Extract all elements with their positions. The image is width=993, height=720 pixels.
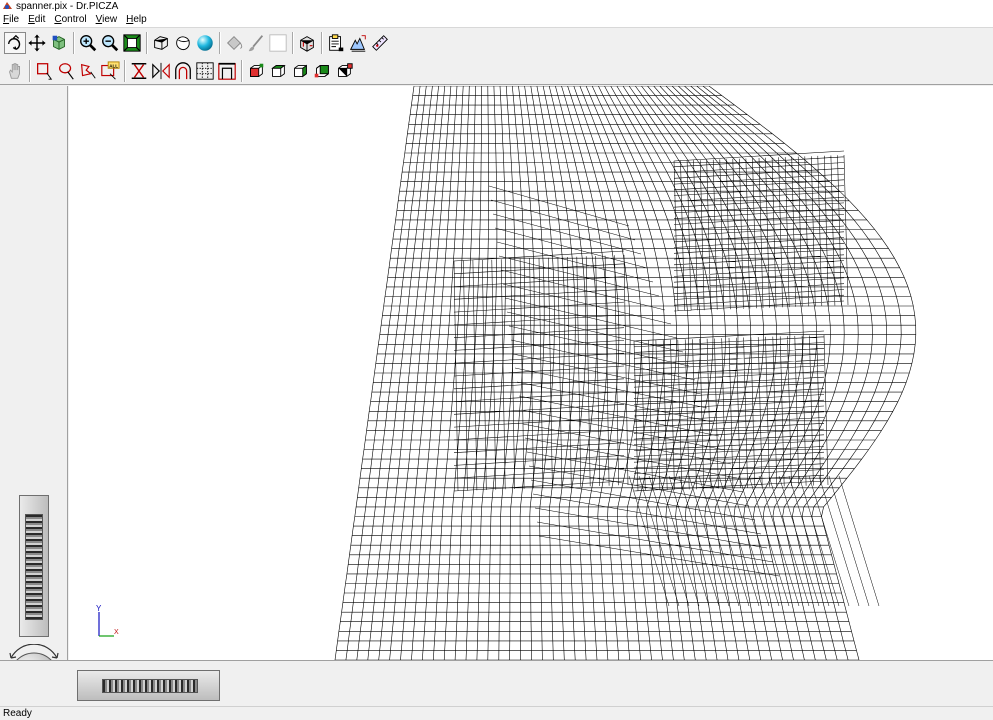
view-cube-button[interactable] <box>296 32 318 54</box>
ruler-icon <box>372 35 388 51</box>
rotate-button[interactable] <box>4 32 26 54</box>
view-side-icon <box>294 64 307 78</box>
frame-button[interactable] <box>216 60 238 82</box>
toolbar-row-main <box>4 30 391 56</box>
wireframe-icon <box>154 36 168 50</box>
window-title: spanner.pix - Dr.PICZA <box>16 0 119 12</box>
wireframe-button[interactable] <box>150 32 172 54</box>
cut-mesh-button[interactable] <box>128 60 150 82</box>
polygon-select-icon <box>80 63 96 79</box>
zoom-out-button[interactable] <box>99 32 121 54</box>
zoom-fit-button[interactable] <box>121 32 143 54</box>
select-all-icon: ALL <box>101 61 120 80</box>
blank-button <box>267 32 289 54</box>
3d-viewport[interactable]: Y X <box>69 86 993 660</box>
view-cube-icon <box>300 36 314 52</box>
view-iso-icon <box>338 63 353 77</box>
mesh-grid-lines <box>334 86 917 660</box>
toolbar-separator <box>26 60 33 82</box>
view-front-button[interactable] <box>245 60 267 82</box>
zoom-in-button[interactable] <box>77 32 99 54</box>
scan-settings-icon <box>349 35 366 52</box>
x-axis-label: X <box>114 629 119 636</box>
view-back-icon <box>314 65 329 78</box>
toolbar-separator <box>289 32 296 54</box>
bottom-control-panel <box>0 660 993 706</box>
cut-mesh-icon <box>131 63 147 79</box>
rect-select-icon <box>37 63 53 80</box>
view-top-button[interactable] <box>267 60 289 82</box>
menu-help[interactable]: Help <box>126 14 147 25</box>
lasso-select-button[interactable] <box>55 60 77 82</box>
vertical-wheel-track[interactable] <box>25 514 43 620</box>
axis-indicator: Y X <box>96 604 119 637</box>
polygon-select-button[interactable] <box>77 60 99 82</box>
object-3d-icon <box>52 35 65 50</box>
zoom-in-icon <box>80 35 97 52</box>
arch-button[interactable] <box>172 60 194 82</box>
clipboard-export-button[interactable] <box>325 32 347 54</box>
view-iso-button[interactable] <box>333 60 355 82</box>
left-control-panel <box>0 86 68 702</box>
lasso-select-icon <box>59 63 74 80</box>
toolbar-separator <box>70 32 77 54</box>
hand-icon <box>9 63 20 79</box>
rotate-icon <box>7 34 21 51</box>
menu-control[interactable]: Control <box>54 14 86 25</box>
mesh-wireframe[interactable] <box>69 86 993 660</box>
select-all-button[interactable]: ALL <box>99 60 121 82</box>
clipboard-export-icon <box>329 34 344 52</box>
grid-select-button[interactable] <box>194 60 216 82</box>
menu-view[interactable]: View <box>96 14 118 25</box>
pan-move-button[interactable] <box>26 32 48 54</box>
shaded-sphere-button[interactable] <box>194 32 216 54</box>
pan-move-icon <box>28 34 46 52</box>
toolbar-row-selection: ALL <box>4 58 355 84</box>
hidden-line-icon <box>176 36 190 50</box>
view-back-button[interactable] <box>311 60 333 82</box>
paint-bucket-button <box>223 32 245 54</box>
toolbar-separator <box>216 32 223 54</box>
paint-bucket-icon <box>226 35 243 51</box>
arch-icon <box>175 62 191 80</box>
view-side-button[interactable] <box>289 60 311 82</box>
ruler-button[interactable] <box>369 32 391 54</box>
horizontal-rotation-wheel[interactable] <box>77 670 220 701</box>
menu-file[interactable]: File <box>3 14 19 25</box>
zoom-fit-icon <box>123 34 141 52</box>
toolbar-separator <box>238 60 245 82</box>
y-axis-label: Y <box>96 604 102 613</box>
title-bar: spanner.pix - Dr.PICZA <box>0 0 993 12</box>
mirror-icon <box>152 62 170 80</box>
rect-select-button[interactable] <box>33 60 55 82</box>
frame-icon <box>218 62 236 80</box>
horizontal-wheel-track[interactable] <box>102 679 198 693</box>
status-text: Ready <box>3 708 32 719</box>
scan-settings-button[interactable] <box>347 32 369 54</box>
hand-button <box>4 60 26 82</box>
zoom-out-icon <box>102 35 119 52</box>
view-front-icon <box>250 63 264 77</box>
object-3d-button[interactable] <box>48 32 70 54</box>
brush-icon <box>248 35 264 52</box>
shaded-sphere-icon <box>197 35 213 51</box>
grid-select-icon <box>196 62 214 80</box>
mirror-button[interactable] <box>150 60 172 82</box>
toolbar-separator <box>318 32 325 54</box>
hidden-line-button[interactable] <box>172 32 194 54</box>
blank-icon <box>269 34 287 52</box>
vertical-rotation-wheel[interactable] <box>19 495 49 637</box>
app-icon <box>3 2 12 9</box>
brush-button <box>245 32 267 54</box>
toolbar-area: ALL <box>0 27 993 85</box>
toolbar-separator <box>121 60 128 82</box>
menu-edit[interactable]: Edit <box>28 14 45 25</box>
toolbar-separator <box>143 32 150 54</box>
svg-text:ALL: ALL <box>109 63 118 68</box>
view-top-icon <box>271 65 286 77</box>
status-bar: Ready <box>0 706 993 720</box>
menu-bar: File Edit Control View Help <box>0 12 993 27</box>
